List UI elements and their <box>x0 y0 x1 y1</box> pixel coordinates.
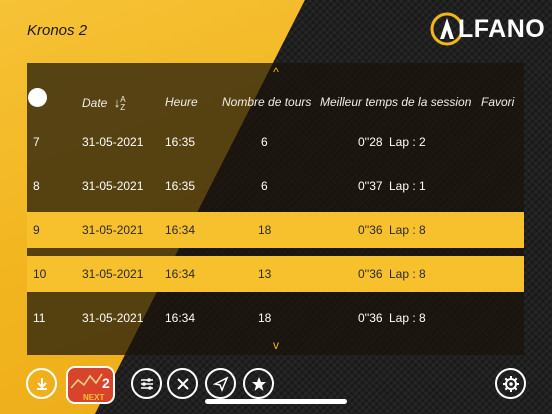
row-best-time: 0''37 <box>358 179 383 193</box>
favorite-button[interactable] <box>243 368 274 399</box>
table-row[interactable]: 8 31-05-2021 16:35 6 0''37 Lap : 1 <box>27 168 524 204</box>
row-best-lap: Lap : 8 <box>389 311 426 325</box>
row-date: 31-05-2021 <box>82 135 144 149</box>
download-icon <box>36 377 47 390</box>
row-best-lap: Lap : 2 <box>389 135 426 149</box>
next-analysis-button[interactable]: 2 NEXT <box>66 366 115 404</box>
column-best: Meilleur temps de la session <box>320 95 472 109</box>
row-time: 16:35 <box>165 179 196 193</box>
row-best-lap: Lap : 1 <box>389 179 426 193</box>
tools-icon <box>176 377 189 390</box>
scroll-up-icon[interactable]: ^ <box>0 65 552 79</box>
row-laps: 18 <box>258 311 272 325</box>
send-button[interactable] <box>205 368 236 399</box>
row-best-time: 0''36 <box>358 267 383 281</box>
row-best-time: 0''36 <box>358 223 383 237</box>
row-laps: 13 <box>258 267 272 281</box>
table-row-selected[interactable]: 9 31-05-2021 16:34 18 0''36 Lap : 8 <box>27 212 524 248</box>
send-icon <box>212 375 228 392</box>
column-laps: Nombre de tours <box>222 95 312 109</box>
chart-icon: 2 <box>70 373 110 391</box>
row-number: 8 <box>33 179 40 193</box>
table-row-selected[interactable]: 10 31-05-2021 16:34 13 0''36 Lap : 8 <box>27 256 524 292</box>
sort-icon[interactable]: ↓A Z <box>114 95 126 112</box>
select-all-radio[interactable] <box>28 88 47 107</box>
table-row[interactable]: 7 31-05-2021 16:35 6 0''28 Lap : 2 <box>27 124 524 160</box>
download-button[interactable] <box>26 368 57 399</box>
row-laps: 6 <box>261 135 268 149</box>
row-laps: 18 <box>258 223 272 237</box>
row-laps: 6 <box>261 179 268 193</box>
row-time: 16:34 <box>165 311 196 325</box>
settings-button[interactable] <box>495 368 526 399</box>
row-date: 31-05-2021 <box>82 179 144 193</box>
row-date: 31-05-2021 <box>82 267 144 281</box>
tools-button[interactable] <box>167 368 198 399</box>
column-time: Heure <box>165 95 198 109</box>
star-icon <box>251 376 266 391</box>
row-number: 11 <box>33 311 46 325</box>
table-row[interactable]: 11 31-05-2021 16:34 18 0''36 Lap : 8 <box>27 300 524 336</box>
row-number: 9 <box>33 223 40 237</box>
row-time: 16:35 <box>165 135 196 149</box>
row-best-time: 0''28 <box>358 135 383 149</box>
settings-sliders-button[interactable] <box>131 368 162 399</box>
row-number: 7 <box>33 135 40 149</box>
row-best-lap: Lap : 8 <box>389 223 426 237</box>
sliders-icon <box>140 377 153 390</box>
row-number: 10 <box>33 267 47 281</box>
row-best-time: 0''36 <box>358 311 383 325</box>
row-date: 31-05-2021 <box>82 223 144 237</box>
home-indicator[interactable] <box>205 399 347 404</box>
logo-text: LFANO <box>458 15 546 43</box>
gear-icon <box>502 375 519 392</box>
next-label: NEXT <box>83 393 105 402</box>
page-title: Kronos 2 <box>27 22 88 39</box>
svg-text:2: 2 <box>102 375 110 391</box>
scroll-down-icon[interactable]: v <box>0 338 552 352</box>
column-favorite: Favori <box>481 95 515 109</box>
column-date[interactable]: Date ↓A Z <box>82 95 126 112</box>
row-time: 16:34 <box>165 267 196 281</box>
row-date: 31-05-2021 <box>82 311 144 325</box>
row-time: 16:34 <box>165 223 196 237</box>
row-best-lap: Lap : 8 <box>389 267 426 281</box>
